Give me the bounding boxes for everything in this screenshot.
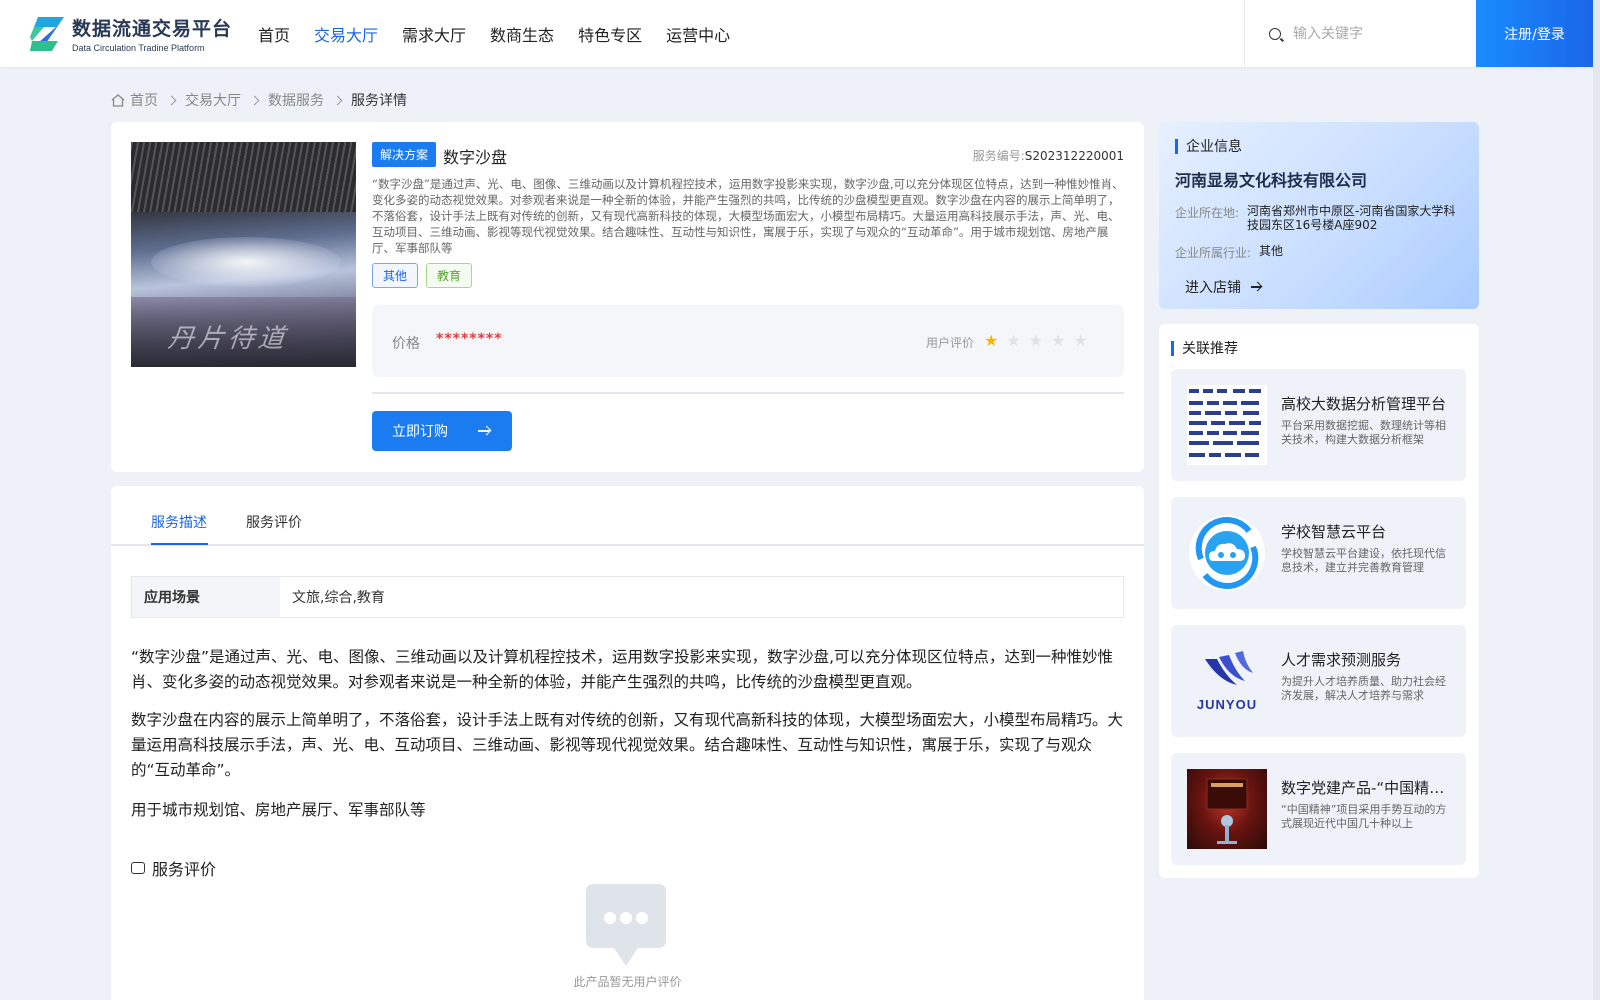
chevron-right-icon xyxy=(249,95,260,105)
active-tab-indicator xyxy=(151,543,208,545)
product-title: 数字沙盘 xyxy=(443,148,508,167)
recommend-section-title: 关联推荐 xyxy=(1171,338,1238,358)
recommend-desc: 平台采用数据挖掘、数理统计等相关技术，构建大数据分析框架 xyxy=(1281,419,1446,446)
product-image-caption: 丹片待道 xyxy=(164,324,296,354)
product-summary-card: 丹片待道 解决方案 数字沙盘 服务编号:S202312220001 “数字沙盘”… xyxy=(111,122,1144,472)
order-now-button[interactable]: 立即订购 xyxy=(372,411,512,451)
breadcrumb-home[interactable]: 首页 xyxy=(130,90,158,110)
tag-other[interactable]: 其他 xyxy=(372,263,419,288)
company-name: 河南显易文化科技有限公司 xyxy=(1175,171,1368,190)
star-icon: ★ xyxy=(1051,331,1066,350)
search-icon[interactable] xyxy=(1269,27,1281,40)
nav-item-home[interactable]: 首页 xyxy=(258,22,290,46)
related-recommendations: 关联推荐 高校大数据分析管理平台 平台采用数据挖掘、数理统计等相关技术，构建大数… xyxy=(1159,324,1479,878)
logo-mark-icon xyxy=(30,15,66,53)
recommend-thumbnail xyxy=(1187,385,1267,465)
nav-item-trading-hall[interactable]: 交易大厅 xyxy=(314,22,378,46)
tab-service-reviews[interactable]: 服务评价 xyxy=(246,512,302,532)
tab-service-description[interactable]: 服务描述 xyxy=(151,512,207,532)
reviews-heading: 服务评价 xyxy=(131,856,216,880)
recommend-item[interactable]: 学校智慧云平台 学校智慧云平台建设，依托现代信息技术，建立并完善教育管理 xyxy=(1171,497,1466,609)
recommend-title: 人才需求预测服务 xyxy=(1281,651,1402,669)
cloud-logo-icon xyxy=(1187,513,1267,593)
chevron-right-icon xyxy=(332,95,343,105)
nav-item-ecosystem[interactable]: 数商生态 xyxy=(490,22,554,46)
breadcrumb-current: 服务详情 xyxy=(351,93,407,109)
recommend-thumbnail xyxy=(1187,769,1267,849)
junyou-logo-text: JUNYOU xyxy=(1196,696,1258,712)
detail-tabs: 服务描述 服务评价 xyxy=(111,486,1144,546)
scrollbar-track[interactable] xyxy=(1593,0,1600,1000)
platform-logo[interactable]: 数据流通交易平台 Data Circulation Tradine Platfo… xyxy=(30,14,232,53)
description-paragraph: 用于城市规划馆、房地产展厅、军事部队等 xyxy=(131,801,426,819)
service-detail-card: 服务描述 服务评价 应用场景 文旅,综合,教育 “数字沙盘”是通过声、光、电、图… xyxy=(111,486,1144,1000)
enter-shop-button[interactable]: 进入店铺 xyxy=(1185,277,1261,297)
top-header: 数据流通交易平台 Data Circulation Tradine Platfo… xyxy=(0,0,1600,67)
product-description: “数字沙盘”是通过声、光、电、图像、三维动画以及计算机程控技术，运用数字投影来实… xyxy=(372,177,1124,255)
product-tags: 其他 教育 xyxy=(372,263,473,288)
company-section-title: 企业信息 xyxy=(1175,136,1242,156)
star-icon: ★ xyxy=(1028,331,1044,350)
breadcrumb: 首页 交易大厅 数据服务 服务详情 xyxy=(111,90,407,110)
product-image: 丹片待道 xyxy=(131,142,356,367)
breadcrumb-data-service[interactable]: 数据服务 xyxy=(268,90,324,110)
recommend-item[interactable]: 高校大数据分析管理平台 平台采用数据挖掘、数理统计等相关技术，构建大数据分析框架 xyxy=(1171,369,1466,481)
user-rating-label: 用户评价 xyxy=(926,336,975,350)
scene-value: 文旅,综合,教育 xyxy=(292,590,385,606)
company-info-card: 企业信息 河南显易文化科技有限公司 企业所在地: 河南省郑州市中原区-河南省国家… xyxy=(1159,122,1479,309)
star-icon: ★ xyxy=(1073,331,1088,350)
product-type-badge: 解决方案 xyxy=(372,142,437,167)
price-label: 价格 xyxy=(392,336,420,352)
company-location: 河南省郑州市中原区-河南省国家大学科技园东区16号楼A座902 xyxy=(1247,204,1456,232)
main-nav: 首页 交易大厅 需求大厅 数商生态 特色专区 运营中心 xyxy=(258,22,730,46)
arrow-right-icon xyxy=(1251,286,1261,288)
description-paragraph: “数字沙盘”是通过声、光、电、图像、三维动画以及计算机程控技术，运用数字投影来实… xyxy=(131,648,1113,691)
logo-subtitle: Data Circulation Tradine Platform xyxy=(72,43,205,53)
search-box xyxy=(1244,0,1476,67)
recommend-item[interactable]: JUNYOU 人才需求预测服务 为提升人才培养质量、助力社会经济发展，解决人才培… xyxy=(1171,625,1466,737)
description-paragraph: 数字沙盘在内容的展示上简单明了，不落俗套，设计手法上既有对传统的创新，又有现代高… xyxy=(131,711,1124,779)
company-location-row: 企业所在地: 河南省郑州市中原区-河南省国家大学科技园东区16号楼A座902 xyxy=(1175,204,1467,232)
home-icon xyxy=(111,93,125,107)
junyou-logo-icon: JUNYOU xyxy=(1187,641,1267,721)
recommend-title: 学校智慧云平台 xyxy=(1281,523,1387,541)
nav-item-featured-zone[interactable]: 特色专区 xyxy=(578,22,642,46)
recommend-desc: 学校智慧云平台建设，依托现代信息技术，建立并完善教育管理 xyxy=(1281,547,1446,574)
recommend-title: 高校大数据分析管理平台 xyxy=(1281,395,1447,413)
logo-title: 数据流通交易平台 xyxy=(72,18,233,40)
recommend-item[interactable]: 数字党建产品-“中国精神” “中国精神”项目采用手势互动的方式展现近代中国几十种… xyxy=(1171,753,1466,865)
tag-education[interactable]: 教育 xyxy=(426,263,473,288)
register-login-button[interactable]: 注册/登录 xyxy=(1476,0,1593,67)
price-panel: 价格 ******** 用户评价 ★ ★ ★ ★ ★ xyxy=(372,305,1124,377)
rating-stars: ★ ★ ★ ★ ★ xyxy=(984,331,1088,350)
divider xyxy=(372,392,1124,394)
arrow-right-icon xyxy=(478,430,490,432)
empty-chat-icon xyxy=(584,882,668,968)
search-input[interactable] xyxy=(1293,25,1463,42)
star-icon: ★ xyxy=(984,331,999,350)
nav-item-demand-hall[interactable]: 需求大厅 xyxy=(402,22,466,46)
no-reviews-text: 此产品暂无用户评价 xyxy=(573,975,682,989)
service-number: 服务编号:S202312220001 xyxy=(972,149,1124,163)
chevron-right-icon xyxy=(166,95,177,105)
star-icon: ★ xyxy=(1006,331,1021,350)
breadcrumb-trading-hall[interactable]: 交易大厅 xyxy=(185,90,241,110)
price-value: ******** xyxy=(436,331,503,347)
company-industry: 其他 xyxy=(1259,244,1284,258)
application-scene-row: 应用场景 文旅,综合,教育 xyxy=(131,576,1124,618)
scene-label: 应用场景 xyxy=(132,577,280,617)
recommend-title: 数字党建产品-“中国精神” xyxy=(1281,779,1451,797)
company-industry-row: 企业所属行业: 其他 xyxy=(1175,244,1479,261)
chat-icon xyxy=(131,862,145,874)
nav-item-operations[interactable]: 运营中心 xyxy=(666,22,730,46)
recommend-desc: 为提升人才培养质量、助力社会经济发展，解决人才培养与需求 xyxy=(1281,675,1446,702)
recommend-desc: “中国精神”项目采用手势互动的方式展现近代中国几十种以上 xyxy=(1281,803,1447,830)
